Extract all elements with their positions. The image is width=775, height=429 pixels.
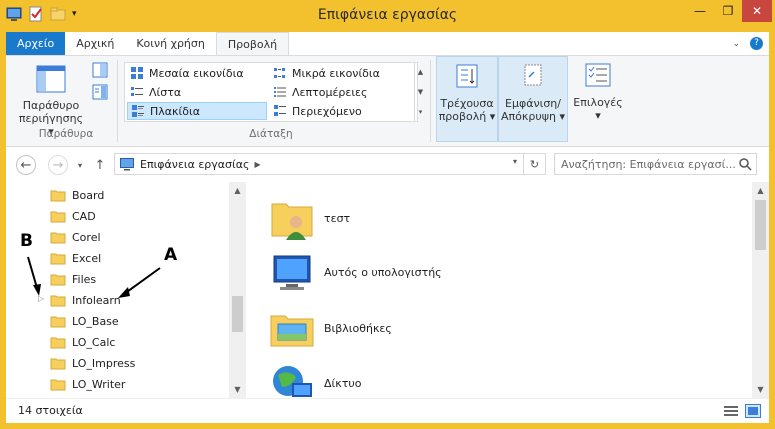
annotation-arrow-b <box>27 256 38 289</box>
annotation-arrowhead-a <box>118 287 130 298</box>
annotation-arrowhead-b <box>33 284 41 296</box>
explorer-window: ▾ Επιφάνεια εργασίας — ❐ ✕ Αρχείο Αρχική… <box>0 0 775 429</box>
annotation-arrow-a <box>123 267 161 295</box>
annotation-arrows <box>27 256 161 298</box>
